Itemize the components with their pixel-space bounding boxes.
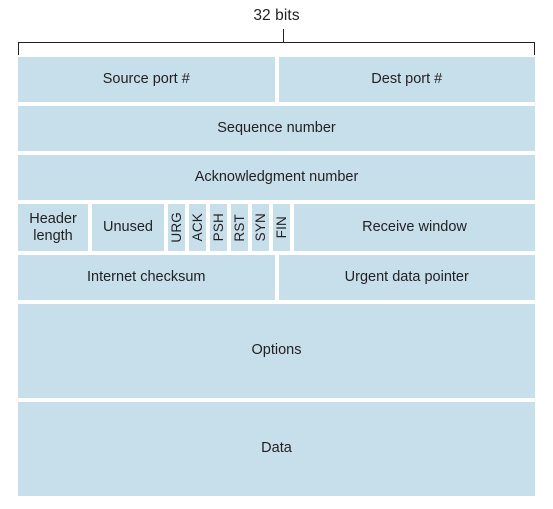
field-data: Data (18, 402, 535, 496)
field-unused: Unused (92, 204, 164, 251)
field-sequence-number: Sequence number (18, 106, 535, 151)
table-row-checksum: Internet checksum Urgent data pointer (18, 255, 535, 300)
field-header-length-line2: length (33, 227, 73, 244)
field-flag-urg-label: URG (168, 212, 184, 243)
table-row-ports: Source port # Dest port # (18, 57, 535, 102)
width-bracket (18, 42, 535, 55)
width-label: 32 bits (253, 7, 300, 24)
field-flag-psh-label: PSH (210, 213, 226, 242)
field-flag-ack: ACK (189, 204, 206, 251)
field-header-length-text: Header length (29, 211, 77, 243)
field-flag-fin: FIN (273, 204, 290, 251)
field-flag-rst: RST (231, 204, 248, 251)
field-header-length: Header length (18, 204, 88, 251)
table-row-flags: Header length Unused URG ACK PSH RST SYN… (18, 204, 535, 251)
field-source-port: Source port # (18, 57, 275, 102)
field-acknowledgment-number: Acknowledgment number (18, 155, 535, 200)
field-options: Options (18, 304, 535, 398)
field-receive-window: Receive window (294, 204, 535, 251)
field-flag-syn-label: SYN (252, 213, 268, 242)
width-tick-mark (283, 29, 284, 43)
field-flag-fin-label: FIN (273, 216, 289, 239)
field-internet-checksum: Internet checksum (18, 255, 275, 300)
field-flag-psh: PSH (210, 204, 227, 251)
header-field-rows: Source port # Dest port # Sequence numbe… (18, 57, 535, 496)
field-header-length-line1: Header (29, 211, 77, 228)
field-urgent-data-pointer: Urgent data pointer (278, 255, 535, 300)
table-row-options: Options (18, 304, 535, 398)
table-row-data: Data (18, 402, 535, 496)
field-flag-ack-label: ACK (189, 213, 205, 242)
field-flag-rst-label: RST (231, 213, 247, 242)
table-row-acknowledgment: Acknowledgment number (18, 155, 535, 200)
field-dest-port: Dest port # (278, 57, 535, 102)
field-flag-syn: SYN (252, 204, 269, 251)
table-row-sequence: Sequence number (18, 106, 535, 151)
tcp-segment-structure-diagram: 32 bits Source port # Dest port # Sequen… (0, 0, 553, 509)
field-flag-urg: URG (168, 204, 185, 251)
